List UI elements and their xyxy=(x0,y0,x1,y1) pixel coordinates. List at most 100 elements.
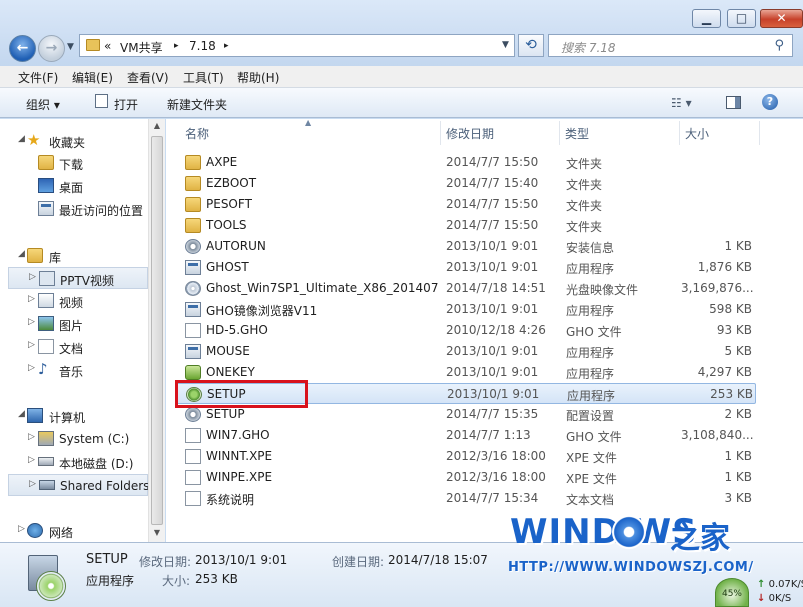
nav-computer[interactable]: ◢ 计算机 xyxy=(0,405,150,427)
nav-scrollbar-thumb[interactable] xyxy=(151,136,163,525)
file-row[interactable]: EZBOOT 2014/7/7 15:40 文件夹 xyxy=(176,173,756,194)
nav-item-label: 下载 xyxy=(59,158,84,172)
collapsed-arrow-icon[interactable]: ▷ xyxy=(18,524,25,534)
nav-item-recent-places[interactable]: 最近访问的位置 xyxy=(0,198,150,220)
scroll-down-icon[interactable]: ▼ xyxy=(149,528,165,537)
upload-arrow-icon: ↑ xyxy=(757,579,766,590)
recent-pages-dropdown[interactable]: ▼ xyxy=(67,42,74,52)
refresh-button[interactable]: ⟲ xyxy=(518,34,544,57)
close-button[interactable]: ✕ xyxy=(760,9,803,28)
collapsed-arrow-icon[interactable]: ▷ xyxy=(28,432,35,442)
file-row[interactable]: WIN7.GHO 2014/7/7 1:13 GHO 文件 3,108,840... xyxy=(176,425,756,446)
menu-edit[interactable]: 编辑(E) xyxy=(72,69,113,86)
nav-item-downloads[interactable]: 下载 xyxy=(0,152,150,174)
file-row[interactable]: GHOST 2013/10/1 9:01 应用程序 1,876 KB xyxy=(176,257,756,278)
preview-pane-icon[interactable] xyxy=(726,96,741,109)
column-header-type[interactable]: 类型 xyxy=(565,125,589,142)
minimize-button[interactable]: ▁ xyxy=(692,9,721,28)
collapsed-arrow-icon[interactable]: ▷ xyxy=(29,479,36,489)
open-button[interactable]: 打开 xyxy=(114,96,138,113)
view-options-icon[interactable]: ☷ ▾ xyxy=(671,96,692,110)
nav-item-music[interactable]: ▷ ♪ 音乐 xyxy=(0,359,150,381)
nav-item-label: 最近访问的位置 xyxy=(59,204,144,218)
file-name: SETUP xyxy=(206,407,245,421)
expanded-arrow-icon[interactable]: ◢ xyxy=(18,249,25,259)
nav-item-label: PPTV视频 xyxy=(60,274,115,288)
file-row[interactable]: Ghost_Win7SP1_Ultimate_X86_201407 2014/7/… xyxy=(176,278,756,299)
file-row[interactable]: MOUSE 2013/10/1 9:01 应用程序 5 KB xyxy=(176,341,756,362)
file-row[interactable]: WINPE.XPE 2012/3/16 18:00 XPE 文件 1 KB xyxy=(176,467,756,488)
details-file-type: 应用程序 xyxy=(86,574,135,588)
file-row[interactable]: PESOFT 2014/7/7 15:50 文件夹 xyxy=(176,194,756,215)
collapsed-arrow-icon[interactable]: ▷ xyxy=(28,294,35,304)
new-folder-button[interactable]: 新建文件夹 xyxy=(167,96,227,113)
command-bar: 组织 ▾ 打开 新建文件夹 ☷ ▾ ? xyxy=(0,88,803,118)
maximize-button[interactable]: □ xyxy=(727,9,756,28)
nav-item-pictures[interactable]: ▷ 图片 xyxy=(0,313,150,335)
nav-item-local-disk-d[interactable]: ▷ 本地磁盘 (D:) xyxy=(0,451,150,473)
collapsed-arrow-icon[interactable]: ▷ xyxy=(29,272,36,282)
file-date: 2013/10/1 9:01 xyxy=(446,344,539,358)
watermark-url: HTTP://WWW.WINDOWSZJ.COM/ xyxy=(508,560,754,575)
nav-item-shared-folders[interactable]: ▷ Shared Folders xyxy=(8,474,149,496)
nav-network[interactable]: ▷ 网络 xyxy=(0,520,150,542)
file-row[interactable]: TOOLS 2014/7/7 15:50 文件夹 xyxy=(176,215,756,236)
setup-large-icon xyxy=(22,551,70,601)
expanded-arrow-icon[interactable]: ◢ xyxy=(18,409,25,419)
collapsed-arrow-icon[interactable]: ▷ xyxy=(28,317,35,327)
collapsed-arrow-icon[interactable]: ▷ xyxy=(28,455,35,465)
file-row[interactable]: 系统说明 2014/7/7 15:34 文本文档 3 KB xyxy=(176,488,756,509)
search-input[interactable]: 搜索 7.18 ⚲ xyxy=(548,34,793,57)
nav-item-label: System (C:) xyxy=(59,432,130,446)
menu-view[interactable]: 查看(V) xyxy=(127,69,169,86)
column-divider[interactable] xyxy=(559,121,560,145)
breadcrumb-separator[interactable]: ▸ xyxy=(174,41,179,51)
nav-item-pptv-video[interactable]: ▷ PPTV视频 xyxy=(8,267,148,289)
nav-item-videos[interactable]: ▷ 视频 xyxy=(0,290,150,312)
expanded-arrow-icon[interactable]: ◢ xyxy=(18,134,25,144)
nav-favorites[interactable]: ◢ ★ 收藏夹 xyxy=(0,130,150,152)
column-header-size[interactable]: 大小 xyxy=(685,125,709,142)
file-date: 2014/7/7 15:34 xyxy=(446,491,539,505)
menu-file[interactable]: 文件(F) xyxy=(18,69,58,86)
collapsed-arrow-icon[interactable]: ▷ xyxy=(28,340,35,350)
file-row[interactable]: GHO镜像浏览器V11 2013/10/1 9:01 应用程序 598 KB xyxy=(176,299,756,320)
address-dropdown-button[interactable]: ▼ xyxy=(496,34,515,57)
search-icon[interactable]: ⚲ xyxy=(774,38,784,53)
menu-help[interactable]: 帮助(H) xyxy=(237,69,279,86)
organize-button[interactable]: 组织 ▾ xyxy=(26,96,60,113)
file-row[interactable]: WINNT.XPE 2012/3/16 18:00 XPE 文件 1 KB xyxy=(176,446,756,467)
file-row[interactable]: AXPE 2014/7/7 15:50 文件夹 xyxy=(176,152,756,173)
breadcrumb-separator-end[interactable]: ▸ xyxy=(224,41,229,51)
column-header-date[interactable]: 修改日期 xyxy=(446,125,494,142)
column-divider[interactable] xyxy=(440,121,441,145)
breadcrumb-vm-share[interactable]: VM共享 xyxy=(120,39,163,56)
disc-image-icon xyxy=(185,281,201,296)
address-bar[interactable]: « VM共享 ▸ 7.18 ▸ xyxy=(79,34,515,57)
nav-item-system-c[interactable]: ▷ System (C:) xyxy=(0,428,150,450)
nav-libraries[interactable]: ◢ 库 xyxy=(0,245,150,267)
search-placeholder: 搜索 7.18 xyxy=(561,41,616,55)
menu-tools[interactable]: 工具(T) xyxy=(183,69,224,86)
column-divider[interactable] xyxy=(679,121,680,145)
file-name: GHO镜像浏览器V11 xyxy=(206,304,318,318)
file-type: 文本文档 xyxy=(566,493,615,507)
file-row[interactable]: HD-5.GHO 2010/12/18 4:26 GHO 文件 93 KB xyxy=(176,320,756,341)
file-row[interactable]: AUTORUN 2013/10/1 9:01 安装信息 1 KB xyxy=(176,236,756,257)
collapsed-arrow-icon[interactable]: ▷ xyxy=(28,363,35,373)
back-button[interactable]: ← xyxy=(9,35,36,62)
nav-item-documents[interactable]: ▷ 文档 xyxy=(0,336,150,358)
download-arrow-icon: ↓ xyxy=(757,593,766,604)
breadcrumb-overflow[interactable]: « xyxy=(104,39,111,53)
help-icon[interactable]: ? xyxy=(762,94,778,110)
nav-scrollbar[interactable]: ▲ ▼ xyxy=(148,119,165,542)
forward-button[interactable]: → xyxy=(38,35,65,62)
scroll-up-icon[interactable]: ▲ xyxy=(149,121,165,130)
nav-item-desktop[interactable]: 桌面 xyxy=(0,175,150,197)
file-type: GHO 文件 xyxy=(566,325,622,339)
column-divider[interactable] xyxy=(759,121,760,145)
breadcrumb-7-18[interactable]: 7.18 xyxy=(189,39,216,53)
nav-item-label: 本地磁盘 (D:) xyxy=(59,457,134,471)
column-header-name[interactable]: 名称 xyxy=(185,125,209,142)
minimize-icon: ▁ xyxy=(701,11,712,25)
